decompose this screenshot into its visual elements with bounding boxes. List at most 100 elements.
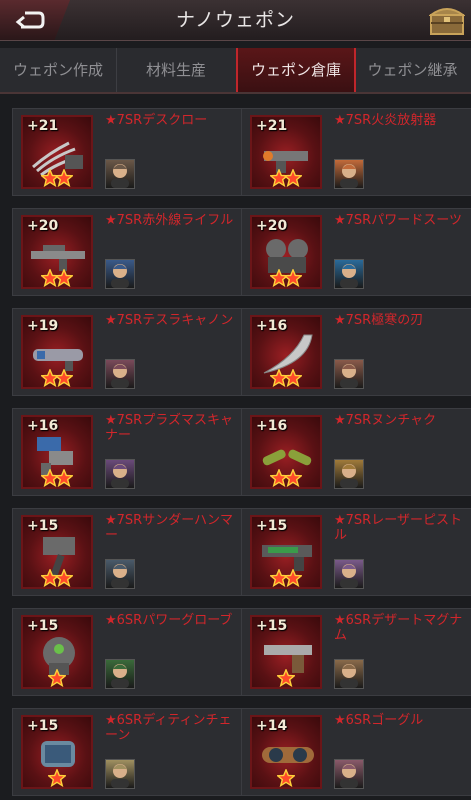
enhance-level: +15 — [27, 718, 59, 734]
character-avatar[interactable] — [105, 759, 135, 789]
star-rating — [23, 368, 91, 388]
star-rating — [252, 168, 320, 188]
star-icon — [282, 468, 304, 491]
weapon-name: ★7SRデスクロー — [105, 113, 208, 128]
weapon-name: ★7SRパワードスーツ — [334, 213, 462, 228]
weapon-icon-frame: +19 — [21, 315, 93, 389]
weapon-card[interactable]: +21 ★7SR火炎放射器 — [241, 108, 471, 196]
weapon-name: ★6SRゴーグル — [334, 713, 424, 728]
star-icon — [282, 568, 304, 591]
page-title: ナノウェポン — [175, 9, 296, 31]
character-avatar[interactable] — [334, 559, 364, 589]
enhance-level: +15 — [27, 618, 59, 634]
weapon-card[interactable]: +20 ★7SR赤外線ライフル — [12, 208, 244, 296]
weapon-icon-frame: +15 — [250, 515, 322, 589]
star-icon — [53, 468, 75, 491]
weapon-icon-frame: +15 — [250, 615, 322, 689]
character-avatar[interactable] — [105, 259, 135, 289]
enhance-level: +21 — [256, 118, 288, 134]
star-icon — [53, 268, 75, 291]
weapon-card[interactable]: +20 ★7SRパワードスーツ — [241, 208, 471, 296]
star-rating — [252, 268, 320, 288]
star-icon — [46, 768, 68, 791]
star-rating — [252, 468, 320, 488]
star-rating — [23, 168, 91, 188]
character-avatar[interactable] — [105, 459, 135, 489]
character-avatar[interactable] — [105, 159, 135, 189]
character-avatar[interactable] — [334, 459, 364, 489]
enhance-level: +16 — [256, 418, 288, 434]
character-avatar[interactable] — [334, 659, 364, 689]
star-rating — [23, 568, 91, 588]
star-rating — [23, 468, 91, 488]
treasure-chest-icon[interactable] — [427, 3, 467, 37]
weapon-icon-frame: +15 — [21, 715, 93, 789]
weapon-name: ★7SRヌンチャク — [334, 413, 437, 428]
tab-weapon-storage[interactable]: ウェポン倉庫 — [236, 48, 356, 92]
weapon-icon-frame: +21 — [250, 115, 322, 189]
character-avatar[interactable] — [105, 559, 135, 589]
enhance-level: +15 — [256, 518, 288, 534]
star-icon — [53, 168, 75, 191]
weapon-card[interactable]: +21 ★7SRデスクロー — [12, 108, 244, 196]
weapon-card[interactable]: +19 ★7SRテスラキャノン — [12, 308, 244, 396]
weapon-icon-frame: +16 — [250, 315, 322, 389]
top-bar: ナノウェポン — [0, 0, 471, 41]
weapon-name: ★6SRパワーグローブ — [105, 613, 233, 628]
enhance-level: +16 — [27, 418, 59, 434]
weapon-name: ★6SRデザートマグナム — [334, 613, 463, 643]
tab-material-production[interactable]: 材料生産 — [117, 48, 235, 92]
weapon-card[interactable]: +15 ★6SRディティンチェーン — [12, 708, 244, 796]
weapon-card[interactable]: +14 ★6SRゴーグル — [241, 708, 471, 796]
weapon-card[interactable]: +16 ★7SRヌンチャク — [241, 408, 471, 496]
weapon-icon-frame: +15 — [21, 615, 93, 689]
enhance-level: +21 — [27, 118, 59, 134]
weapon-icon-frame: +14 — [250, 715, 322, 789]
star-rating — [252, 568, 320, 588]
star-icon — [282, 268, 304, 291]
character-avatar[interactable] — [105, 659, 135, 689]
star-rating — [23, 768, 91, 788]
enhance-level: +15 — [256, 618, 288, 634]
weapon-name: ★7SRレーザーピストル — [334, 513, 462, 543]
weapon-card[interactable]: +16 ★7SRプラズマスキャナー — [12, 408, 244, 496]
weapon-name: ★7SR赤外線ライフル — [105, 213, 234, 228]
weapon-card[interactable]: +15 ★7SRサンダーハンマー — [12, 508, 244, 596]
weapon-icon-frame: +16 — [21, 415, 93, 489]
star-icon — [53, 368, 75, 391]
weapon-name: ★7SRプラズマスキャナー — [105, 413, 233, 443]
character-avatar[interactable] — [105, 359, 135, 389]
weapon-icon-frame: +20 — [250, 215, 322, 289]
star-rating — [23, 268, 91, 288]
character-avatar[interactable] — [334, 259, 364, 289]
character-avatar[interactable] — [334, 759, 364, 789]
star-icon — [275, 668, 297, 691]
star-rating — [23, 668, 91, 688]
weapon-card[interactable]: +15 ★7SRレーザーピストル — [241, 508, 471, 596]
weapon-icon-frame: +21 — [21, 115, 93, 189]
character-avatar[interactable] — [334, 359, 364, 389]
weapon-icon-frame: +16 — [250, 415, 322, 489]
tab-weapon-inherit[interactable]: ウェポン継承 — [354, 48, 471, 92]
weapon-icon-frame: +15 — [21, 515, 93, 589]
enhance-level: +15 — [27, 518, 59, 534]
star-rating — [252, 768, 320, 788]
tab-weapon-create[interactable]: ウェポン作成 — [0, 48, 117, 92]
weapon-icon-frame: +20 — [21, 215, 93, 289]
enhance-level: +20 — [256, 218, 288, 234]
enhance-level: +14 — [256, 718, 288, 734]
weapon-name: ★7SR極寒の刃 — [334, 313, 424, 328]
character-avatar[interactable] — [334, 159, 364, 189]
enhance-level: +16 — [256, 318, 288, 334]
weapon-name: ★7SRサンダーハンマー — [105, 513, 233, 543]
enhance-level: +20 — [27, 218, 59, 234]
star-icon — [282, 168, 304, 191]
star-icon — [46, 668, 68, 691]
star-rating — [252, 668, 320, 688]
weapon-card[interactable]: +15 ★6SRデザートマグナム — [241, 608, 471, 696]
star-icon — [282, 368, 304, 391]
weapon-card[interactable]: +15 ★6SRパワーグローブ — [12, 608, 244, 696]
weapon-card[interactable]: +16 ★7SR極寒の刃 — [241, 308, 471, 396]
weapon-name: ★6SRディティンチェーン — [105, 713, 232, 743]
star-rating — [252, 368, 320, 388]
